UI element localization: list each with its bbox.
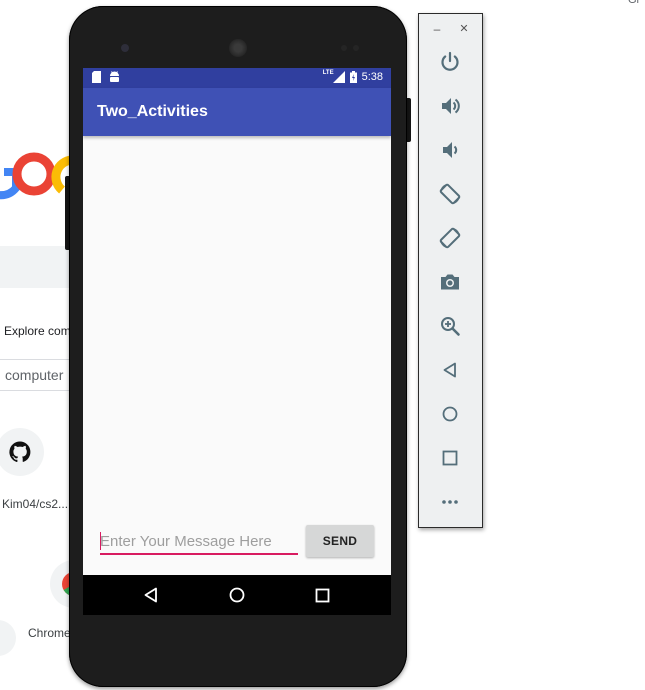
volume-up-button[interactable]: [438, 94, 462, 118]
light-sensor: [353, 45, 359, 51]
network-type: LTE: [322, 70, 334, 76]
rotate-left-icon: [439, 183, 461, 205]
github-icon: [9, 441, 31, 463]
signal-icon: [332, 71, 345, 83]
screenshot-button[interactable]: [438, 270, 462, 294]
back-icon: [443, 362, 456, 378]
search-box[interactable]: [0, 246, 80, 288]
more-icon: [442, 500, 458, 504]
android-icon: [110, 71, 119, 82]
zoom-icon: [441, 317, 460, 336]
app-title: Two_Activities: [97, 103, 208, 120]
zoom-button[interactable]: [438, 314, 462, 338]
nav-back-button[interactable]: [141, 585, 161, 605]
home-icon: [442, 406, 458, 422]
power-icon: [441, 51, 459, 71]
volume-up-icon: [442, 98, 460, 114]
back-button[interactable]: [438, 358, 462, 382]
more-button[interactable]: [438, 490, 462, 514]
search-suggestion[interactable]: computer: [5, 367, 63, 383]
battery-icon: [349, 71, 357, 83]
rotate-right-button[interactable]: [438, 226, 462, 250]
power-button[interactable]: [438, 50, 462, 74]
main-content: [83, 136, 391, 575]
minimize-button[interactable]: –: [430, 22, 444, 36]
camera-icon: [441, 274, 459, 290]
message-input[interactable]: [100, 529, 298, 555]
volume-down-icon: [443, 142, 458, 158]
desktop: Explore com computer Kim04/cs2... Chrome…: [0, 0, 645, 690]
nav-recents-button[interactable]: [312, 585, 332, 605]
divider: [0, 359, 80, 360]
shortcut-github[interactable]: [0, 428, 44, 476]
send-button[interactable]: SEND: [306, 525, 374, 557]
overview-icon: [442, 450, 458, 466]
nav-home-button[interactable]: [227, 585, 247, 605]
shortcut-item[interactable]: [0, 620, 16, 656]
proximity-sensor: [341, 45, 347, 51]
text-cursor: [100, 532, 101, 550]
overview-button[interactable]: [438, 446, 462, 470]
earpiece-speaker: [229, 39, 247, 57]
divider: [0, 390, 80, 391]
recents-icon: [315, 588, 329, 602]
sd-card-icon: [92, 71, 101, 83]
explore-link[interactable]: Explore com: [4, 324, 71, 338]
header-link[interactable]: Gr: [628, 0, 640, 6]
status-bar: LTE 5:38: [83, 68, 391, 88]
app-bar: Two_Activities: [83, 88, 391, 136]
device-screen: LTE 5:38 Two_Activities SEND: [83, 68, 391, 615]
front-camera: [121, 44, 129, 52]
back-icon: [144, 587, 157, 603]
nav-bar: [83, 575, 391, 615]
volume-down-button[interactable]: [438, 138, 462, 162]
shortcut-chrome-label: Chrome: [28, 626, 71, 640]
status-time: 5:38: [361, 71, 383, 83]
home-icon: [229, 587, 245, 603]
rotate-left-button[interactable]: [438, 182, 462, 206]
rotate-right-icon: [439, 227, 461, 249]
emulator-toolbar: – ✕: [418, 13, 483, 528]
close-button[interactable]: ✕: [457, 22, 471, 36]
shortcut-github-label: Kim04/cs2...: [2, 497, 69, 511]
toolbar-window-controls: – ✕: [419, 18, 482, 40]
home-button[interactable]: [438, 402, 462, 426]
